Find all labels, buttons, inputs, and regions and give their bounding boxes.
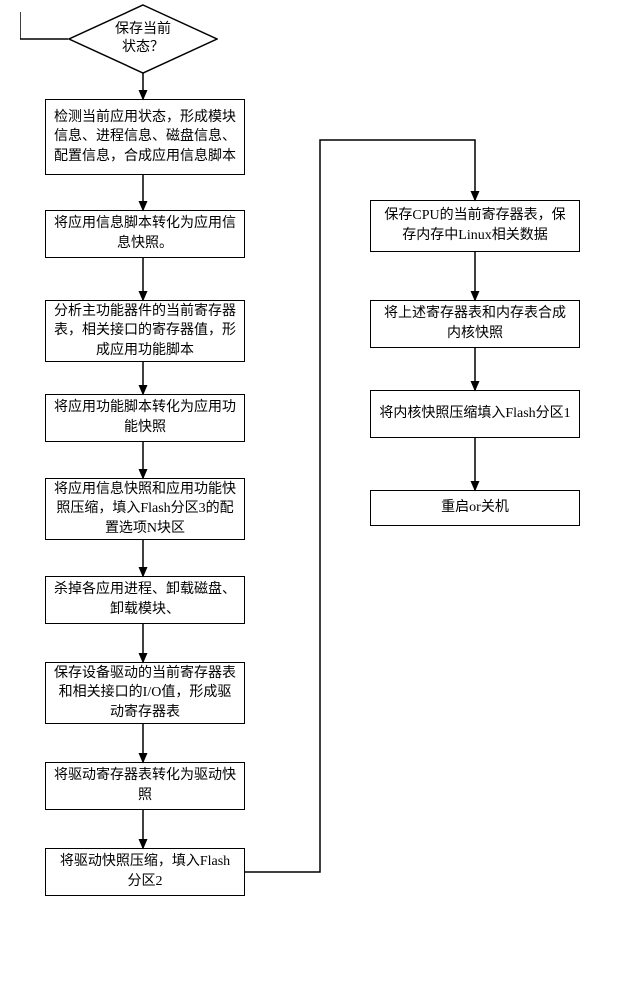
step-kill-processes: 杀掉各应用进程、卸载磁盘、卸载模块、 [45, 576, 245, 624]
step-compress-flash2: 将驱动快照压缩，填入Flash分区2 [45, 848, 245, 896]
step-compress-flash1: 将内核快照压缩填入Flash分区1 [370, 390, 580, 438]
decision-text-line1: 保存当前 [115, 22, 171, 37]
step-text: 将驱动快照压缩，填入Flash分区2 [54, 852, 236, 891]
step-text: 将应用功能脚本转化为应用功能快照 [54, 398, 236, 437]
step-text: 保存设备驱动的当前寄存器表和相关接口的I/O值，形成驱动寄存器表 [54, 664, 236, 723]
step-text: 分析主功能器件的当前寄存器表，相关接口的寄存器值，形成应用功能脚本 [54, 302, 236, 361]
step-convert-func-snapshot: 将应用功能脚本转化为应用功能快照 [45, 394, 245, 442]
step-compress-flash3: 将应用信息快照和应用功能快照压缩，填入Flash分区3的配置选项N块区 [45, 478, 245, 540]
flowchart-container: 保存当前 状态？ 检测当前应用状态，形成模块信息、进程信息、磁盘信息、配置信息，… [0, 0, 628, 1000]
loop-arrow [20, 12, 80, 42]
step-compose-kernel-snapshot: 将上述寄存器表和内存表合成内核快照 [370, 300, 580, 348]
step-text: 检测当前应用状态，形成模块信息、进程信息、磁盘信息、配置信息，合成应用信息脚本 [54, 108, 236, 167]
step-text: 将内核快照压缩填入Flash分区1 [379, 404, 570, 424]
step-text: 杀掉各应用进程、卸载磁盘、卸载模块、 [54, 580, 236, 619]
step-text: 重启or关机 [441, 498, 509, 518]
step-save-cpu-registers: 保存CPU的当前寄存器表，保存内存中Linux相关数据 [370, 200, 580, 252]
decision-save-state: 保存当前 状态？ [68, 4, 218, 74]
step-detect-app-state: 检测当前应用状态，形成模块信息、进程信息、磁盘信息、配置信息，合成应用信息脚本 [45, 99, 245, 175]
step-text: 将应用信息快照和应用功能快照压缩，填入Flash分区3的配置选项N块区 [54, 480, 236, 539]
decision-text-line2: 状态？ [122, 40, 164, 55]
step-convert-info-snapshot: 将应用信息脚本转化为应用信息快照。 [45, 210, 245, 258]
step-text: 将驱动寄存器表转化为驱动快照 [54, 766, 236, 805]
step-text: 保存CPU的当前寄存器表，保存内存中Linux相关数据 [379, 206, 571, 245]
step-reboot-shutdown: 重启or关机 [370, 490, 580, 526]
step-text: 将上述寄存器表和内存表合成内核快照 [379, 304, 571, 343]
step-text: 将应用信息脚本转化为应用信息快照。 [54, 214, 236, 253]
step-save-driver-registers: 保存设备驱动的当前寄存器表和相关接口的I/O值，形成驱动寄存器表 [45, 662, 245, 724]
step-analyze-registers: 分析主功能器件的当前寄存器表，相关接口的寄存器值，形成应用功能脚本 [45, 300, 245, 362]
step-convert-driver-snapshot: 将驱动寄存器表转化为驱动快照 [45, 762, 245, 810]
